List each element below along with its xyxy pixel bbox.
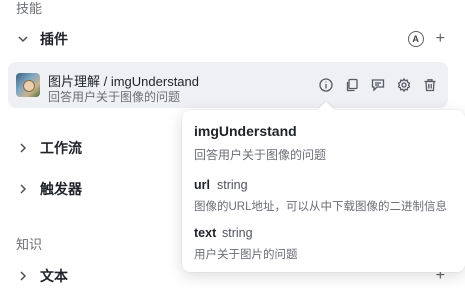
param-description: 用户关于图片的问题 xyxy=(194,249,298,261)
add-plugin-button[interactable]: + xyxy=(436,31,445,47)
auto-call-badge[interactable]: A xyxy=(407,31,424,47)
workflow-title: 工作流 xyxy=(40,140,82,156)
info-icon[interactable] xyxy=(318,77,334,93)
param-type: string xyxy=(222,226,253,240)
delete-icon[interactable] xyxy=(422,77,438,93)
skills-section-label: 技能 xyxy=(16,1,43,16)
param-description: 图像的URL地址，可以从中下载图像的二进制信息 xyxy=(194,201,448,213)
popover-title: imgUnderstand xyxy=(194,123,297,139)
popover-subtitle: 回答用户关于图像的问题 xyxy=(194,148,327,162)
knowledge-section-label: 知识 xyxy=(16,237,43,252)
plugins-title: 插件 xyxy=(40,31,68,47)
chevron-right-icon[interactable] xyxy=(16,182,30,196)
chevron-right-icon[interactable] xyxy=(16,141,30,155)
param-name: text xyxy=(194,226,217,240)
param-type: string xyxy=(217,178,248,192)
plugin-description: 回答用户关于图像的问题 xyxy=(48,90,181,104)
chevron-right-icon[interactable] xyxy=(16,269,30,283)
settings-icon[interactable] xyxy=(396,77,412,93)
plugins-row[interactable]: 插件 A + xyxy=(0,21,465,57)
param-name: url xyxy=(194,178,210,192)
text-title: 文本 xyxy=(40,268,68,284)
copy-icon[interactable] xyxy=(344,77,360,93)
chevron-down-icon[interactable] xyxy=(16,32,30,46)
edit-note-icon[interactable] xyxy=(370,77,386,93)
plugin-card[interactable]: 图片理解 / imgUnderstand 回答用户关于图像的问题 xyxy=(8,62,448,108)
plugin-thumbnail xyxy=(16,73,40,97)
trigger-title: 触发器 xyxy=(40,181,82,197)
plugin-info-popover: imgUnderstand 回答用户关于图像的问题 url string 图像的… xyxy=(182,101,465,272)
